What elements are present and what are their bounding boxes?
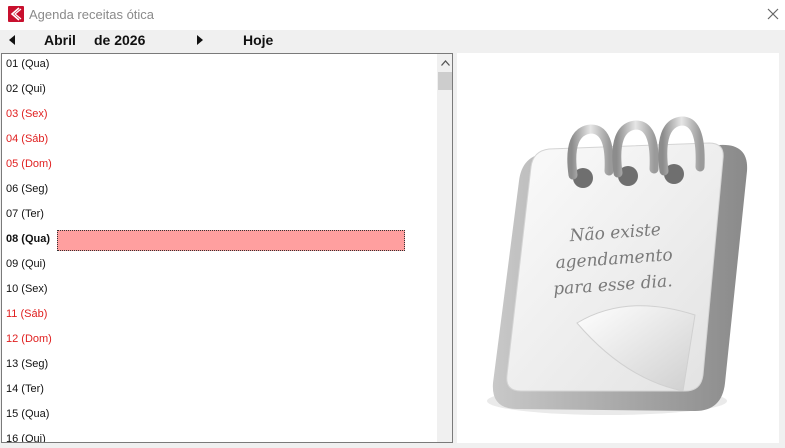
window-title: Agenda receitas ótica [29,7,155,22]
close-icon [767,8,779,20]
today-button[interactable]: Hoje [243,32,273,48]
day-row[interactable]: 13 (Seg) [6,354,48,379]
day-row-today[interactable]: 08 (Qua) [6,229,50,254]
arrow-left-icon [9,35,15,45]
day-row[interactable]: 14 (Ter) [6,379,44,404]
scroll-up-button[interactable] [437,56,452,70]
day-list: 01 (Qua) 02 (Qui) 03 (Sex) 04 (Sáb) 05 (Dom)… [1,53,453,443]
arrow-right-icon [197,35,203,45]
today-appointment-cell[interactable] [57,230,405,251]
app-logo-icon [8,6,24,22]
day-row[interactable]: 03 (Sex) [6,104,48,129]
day-row[interactable]: 04 (Sáb) [6,129,48,154]
day-row[interactable]: 11 (Sáb) [6,304,47,329]
day-row[interactable]: 12 (Dom) [6,329,52,354]
month-navigation: Abril de 2026 Hoje [0,30,785,50]
notepad-icon: Não existe agendamento para esse dia. [487,116,748,415]
scroll-thumb[interactable] [438,72,452,90]
month-label[interactable]: Abril [44,32,76,48]
previous-month-button[interactable] [5,33,19,47]
day-row[interactable]: 10 (Sex) [6,279,48,304]
next-month-button[interactable] [193,33,207,47]
day-row[interactable]: 05 (Dom) [6,154,52,179]
day-row[interactable]: 06 (Seg) [6,179,48,204]
day-row[interactable]: 09 (Qui) [6,254,46,279]
day-row[interactable]: 16 (Qui) [6,429,46,442]
day-row[interactable]: 01 (Qua) [6,54,49,79]
title-bar: Agenda receitas ótica [0,0,785,30]
day-row[interactable]: 02 (Qui) [6,79,46,104]
day-row[interactable]: 15 (Qua) [6,404,49,429]
year-label[interactable]: de 2026 [94,32,145,48]
close-button[interactable] [762,3,784,25]
chevron-up-icon [440,60,450,66]
appointment-detail-panel: Não existe agendamento para esse dia. [457,53,779,443]
vertical-scrollbar[interactable] [437,54,452,442]
day-row[interactable]: 07 (Ter) [6,204,44,229]
